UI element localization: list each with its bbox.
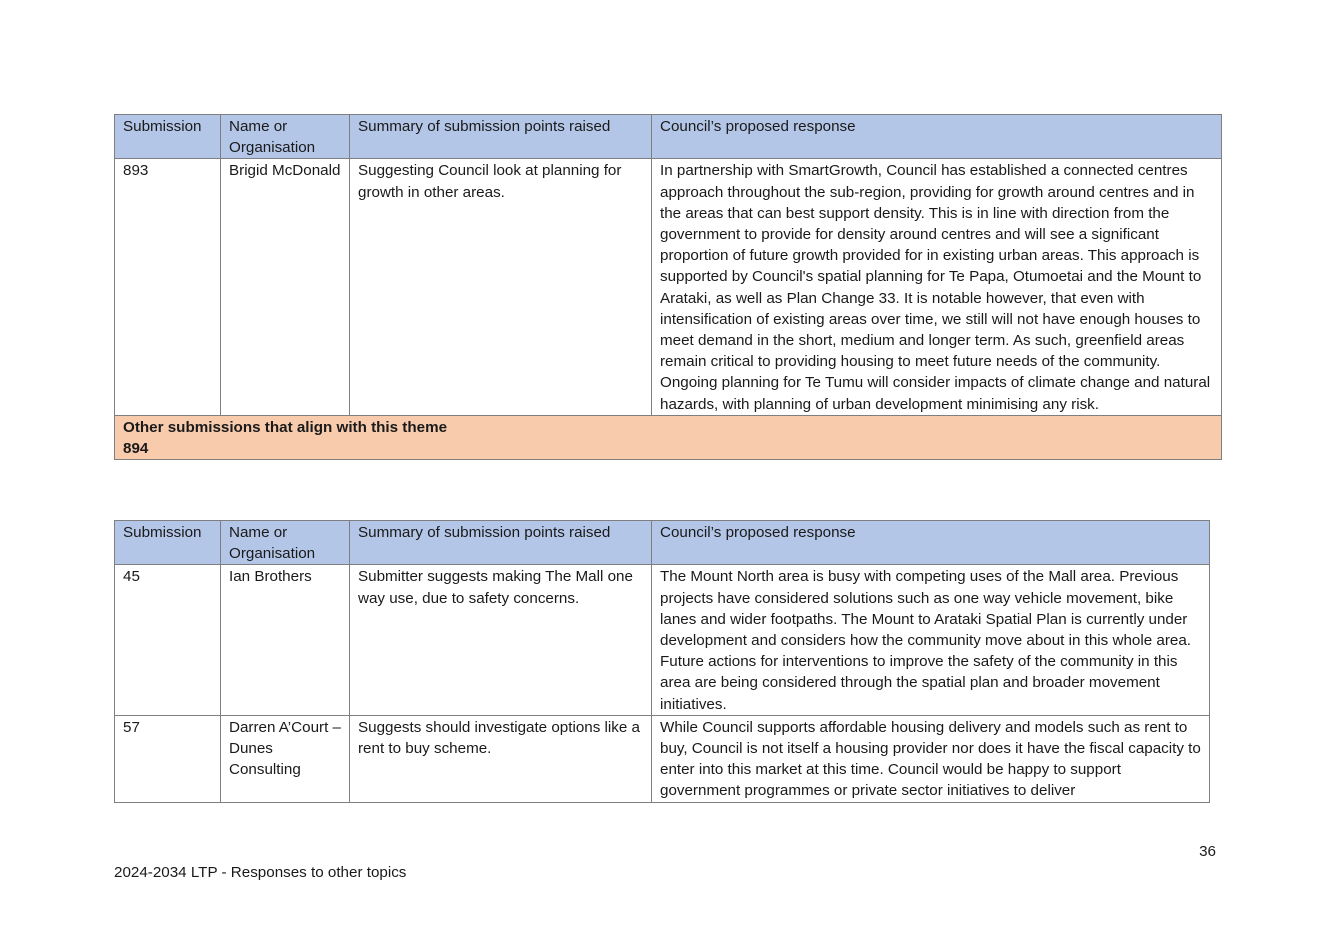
submission-summary: Submitter suggests making The Mall one w… bbox=[349, 564, 652, 716]
other-submissions-cell: Other submissions that align with this t… bbox=[114, 414, 1222, 461]
header-submission: Submission bbox=[114, 113, 221, 160]
page-number: 36 bbox=[1199, 843, 1216, 860]
table-row: 57 Darren A’Court – Dunes Consulting Sug… bbox=[114, 714, 1210, 803]
header-response: Council’s proposed response bbox=[651, 519, 1210, 566]
other-submissions-label: Other submissions that align with this t… bbox=[123, 418, 448, 436]
header-summary: Summary of submission points raised bbox=[349, 519, 652, 566]
submission-number: 45 bbox=[114, 564, 221, 716]
header-name-or-organisation: Name or Organisation bbox=[220, 519, 350, 566]
submitter-name: Darren A’Court – Dunes Consulting bbox=[220, 714, 350, 803]
submitter-name: Brigid McDonald bbox=[220, 158, 350, 416]
header-submission: Submission bbox=[114, 519, 221, 566]
council-response: While Council supports affordable housin… bbox=[651, 714, 1210, 803]
submission-number: 893 bbox=[114, 158, 221, 416]
header-response: Council’s proposed response bbox=[651, 113, 1222, 160]
document-footer-title: 2024-2034 LTP - Responses to other topic… bbox=[114, 864, 407, 881]
header-name-or-organisation: Name or Organisation bbox=[220, 113, 350, 160]
table-header-row: Submission Name or Organisation Summary … bbox=[114, 519, 1210, 566]
submission-summary: Suggests should investigate options like… bbox=[349, 714, 652, 803]
other-submissions-ids: 894 bbox=[123, 440, 149, 458]
council-response: In partnership with SmartGrowth, Council… bbox=[651, 158, 1222, 416]
table-header-row: Submission Name or Organisation Summary … bbox=[114, 113, 1222, 160]
table-row: 45 Ian Brothers Submitter suggests makin… bbox=[114, 564, 1210, 716]
table-row: 893 Brigid McDonald Suggesting Council l… bbox=[114, 158, 1222, 416]
submitter-name: Ian Brothers bbox=[220, 564, 350, 716]
submission-summary: Suggesting Council look at planning for … bbox=[349, 158, 652, 416]
header-summary: Summary of submission points raised bbox=[349, 113, 652, 160]
submissions-table-1: Submission Name or Organisation Summary … bbox=[114, 113, 1222, 461]
submissions-table-2: Submission Name or Organisation Summary … bbox=[114, 519, 1210, 803]
other-submissions-row: Other submissions that align with this t… bbox=[114, 414, 1222, 461]
submission-number: 57 bbox=[114, 714, 221, 803]
council-response: The Mount North area is busy with compet… bbox=[651, 564, 1210, 716]
